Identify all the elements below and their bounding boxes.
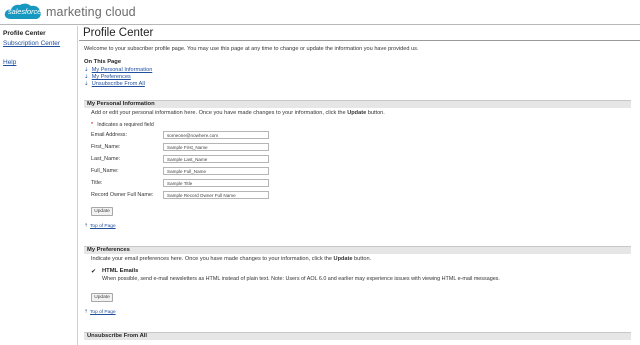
html-emails-title: HTML Emails xyxy=(102,268,139,274)
welcome-text: Welcome to your subscriber profile page.… xyxy=(84,46,419,52)
title-field[interactable] xyxy=(163,179,269,187)
update-preferences-button[interactable]: Update xyxy=(91,293,113,302)
preferences-intro: Indicate your email preferences here. On… xyxy=(91,256,372,262)
sidebar-item-profile-center[interactable]: Profile Center xyxy=(3,30,46,37)
personal-info-intro: Add or edit your personal information he… xyxy=(91,110,385,116)
first-name-field[interactable] xyxy=(163,143,269,151)
last-name-field[interactable] xyxy=(163,155,269,163)
email-label: Email Address: xyxy=(91,132,127,138)
toc-item: ⇣ My Preferences xyxy=(84,74,131,80)
record-owner-field[interactable] xyxy=(163,191,269,199)
section-header-personal-info: My Personal Information xyxy=(84,100,631,108)
on-this-page-heading: On This Page xyxy=(84,59,122,65)
brand-name: marketing cloud xyxy=(46,5,136,19)
last-name-label: Last_Name: xyxy=(91,156,121,162)
update-personal-button[interactable]: Update xyxy=(91,207,113,216)
email-field[interactable] xyxy=(163,131,269,139)
title-label: Title: xyxy=(91,180,103,186)
top-of-page-link-row: ⇡ Top of Page xyxy=(84,224,116,229)
section-header-unsubscribe: Unsubscribe From All xyxy=(84,332,631,340)
top-of-page-link[interactable]: Top of Page xyxy=(90,310,116,315)
main-content: Profile Center Welcome to your subscribe… xyxy=(79,26,640,345)
html-emails-description: When possible, send e-mail newsletters a… xyxy=(102,276,500,282)
app-header: salesforce marketing cloud xyxy=(0,0,640,25)
toc-link-preferences[interactable]: My Preferences xyxy=(92,74,131,80)
required-asterisk-icon: * xyxy=(91,122,94,128)
top-of-page-link-row: ⇡ Top of Page xyxy=(84,310,116,315)
html-emails-checkbox[interactable]: ✔ xyxy=(91,268,96,275)
sidebar-item-subscription-center[interactable]: Subscription Center xyxy=(3,40,60,47)
logo-text: salesforce xyxy=(8,7,42,16)
arrow-down-icon: ⇣ xyxy=(84,74,89,80)
required-field-note: * Indicates a required field xyxy=(91,122,154,128)
full-name-field[interactable] xyxy=(163,167,269,175)
page-title: Profile Center xyxy=(83,27,154,39)
arrow-up-icon: ⇡ xyxy=(84,310,89,315)
arrow-down-icon: ⇣ xyxy=(84,67,89,73)
arrow-up-icon: ⇡ xyxy=(84,224,89,229)
sidebar-item-help[interactable]: Help xyxy=(3,59,16,66)
toc-item: ⇣ Unsubscribe From All xyxy=(84,81,145,87)
arrow-down-icon: ⇣ xyxy=(84,81,89,87)
first-name-label: First_Name: xyxy=(91,144,121,150)
toc-link-personal-info[interactable]: My Personal Information xyxy=(92,67,153,73)
top-of-page-link[interactable]: Top of Page xyxy=(90,224,116,229)
toc-item: ⇣ My Personal Information xyxy=(84,67,152,73)
sidebar: Profile Center Subscription Center Help xyxy=(0,26,78,345)
section-header-preferences: My Preferences xyxy=(84,246,631,254)
full-name-label: Full_Name: xyxy=(91,168,119,174)
record-owner-label: Record Owner Full Name: xyxy=(91,192,154,198)
title-divider xyxy=(79,40,640,41)
toc-link-unsubscribe[interactable]: Unsubscribe From All xyxy=(92,81,145,87)
